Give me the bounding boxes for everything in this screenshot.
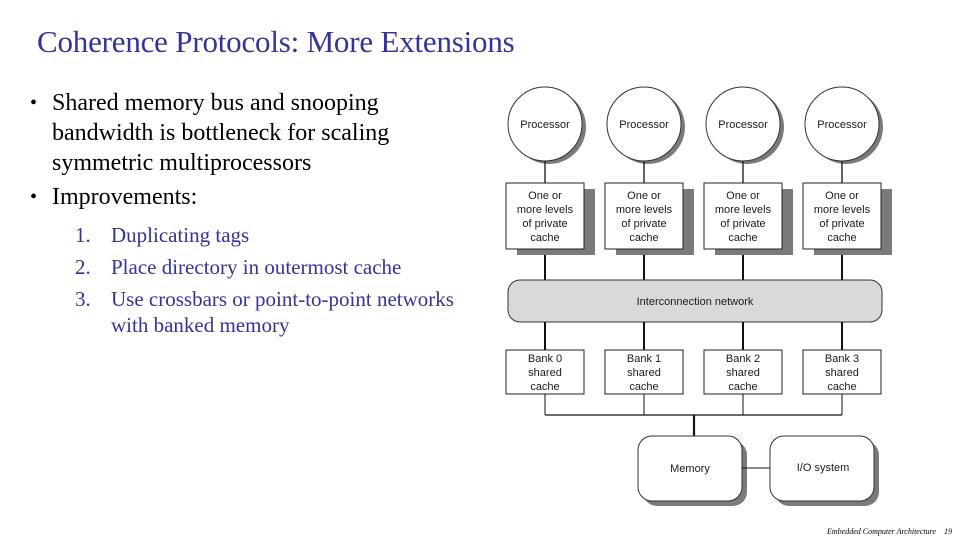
bank-label: Bank 1 bbox=[627, 353, 661, 365]
memory-node: Memory bbox=[637, 435, 747, 506]
io-label: I/O system bbox=[797, 462, 850, 474]
processor-label: Processor bbox=[520, 119, 570, 131]
network-label: Interconnection network bbox=[637, 296, 754, 308]
processor-node: Processor One or more levels of private cach… bbox=[703, 86, 793, 280]
io-node: I/O system bbox=[769, 435, 879, 506]
bank-label: cache bbox=[629, 381, 658, 393]
shared-cache-bank: Bank 3 shared cache bbox=[802, 322, 882, 415]
footer-course: Embedded Computer Architecture bbox=[826, 527, 936, 536]
private-cache-label: One or bbox=[627, 190, 661, 202]
processor-node: Processor One or more levels of private cach… bbox=[802, 86, 892, 280]
bank-label: shared bbox=[627, 367, 661, 379]
shared-cache-bank: Bank 0 shared cache bbox=[505, 322, 585, 415]
shared-cache-bank: Bank 2 shared cache bbox=[703, 322, 783, 415]
slide-footer: Embedded Computer Architecture 19 bbox=[827, 527, 952, 536]
private-cache-label: cache bbox=[629, 232, 658, 244]
architecture-diagram: Processor One or more levels of private cach… bbox=[505, 86, 892, 506]
shared-cache-bank: Bank 1 shared cache bbox=[604, 322, 684, 415]
bank-label: shared bbox=[726, 367, 760, 379]
bank-label: cache bbox=[827, 381, 856, 393]
private-cache-label: more levels bbox=[616, 204, 673, 216]
processor-label: Processor bbox=[817, 119, 867, 131]
processor-node: Processor One or more levels of private cach… bbox=[604, 86, 694, 280]
private-cache-label: of private bbox=[720, 218, 765, 230]
bank-label: shared bbox=[825, 367, 859, 379]
bank-label: cache bbox=[530, 381, 559, 393]
bank-label: Bank 3 bbox=[825, 353, 859, 365]
private-cache-label: more levels bbox=[517, 204, 574, 216]
private-cache-label: cache bbox=[530, 232, 559, 244]
private-cache-label: of private bbox=[522, 218, 567, 230]
processor-label: Processor bbox=[718, 119, 768, 131]
private-cache-label: of private bbox=[621, 218, 666, 230]
bank-label: cache bbox=[728, 381, 757, 393]
private-cache-label: One or bbox=[825, 190, 859, 202]
bank-label: shared bbox=[528, 367, 562, 379]
processor-node: Processor One or more levels of private cach… bbox=[505, 86, 595, 280]
private-cache-label: cache bbox=[728, 232, 757, 244]
private-cache-label: of private bbox=[819, 218, 864, 230]
bank-label: Bank 2 bbox=[726, 353, 760, 365]
private-cache-label: One or bbox=[528, 190, 562, 202]
memory-label: Memory bbox=[670, 463, 710, 475]
private-cache-label: more levels bbox=[814, 204, 871, 216]
private-cache-label: One or bbox=[726, 190, 760, 202]
private-cache-label: cache bbox=[827, 232, 856, 244]
diagram-root: Processor One or more levels of private cach… bbox=[505, 86, 892, 506]
processor-label: Processor bbox=[619, 119, 669, 131]
bank-label: Bank 0 bbox=[528, 353, 562, 365]
private-cache-label: more levels bbox=[715, 204, 772, 216]
interconnection-network: Interconnection network bbox=[507, 279, 883, 323]
page-number: 19 bbox=[944, 527, 952, 536]
